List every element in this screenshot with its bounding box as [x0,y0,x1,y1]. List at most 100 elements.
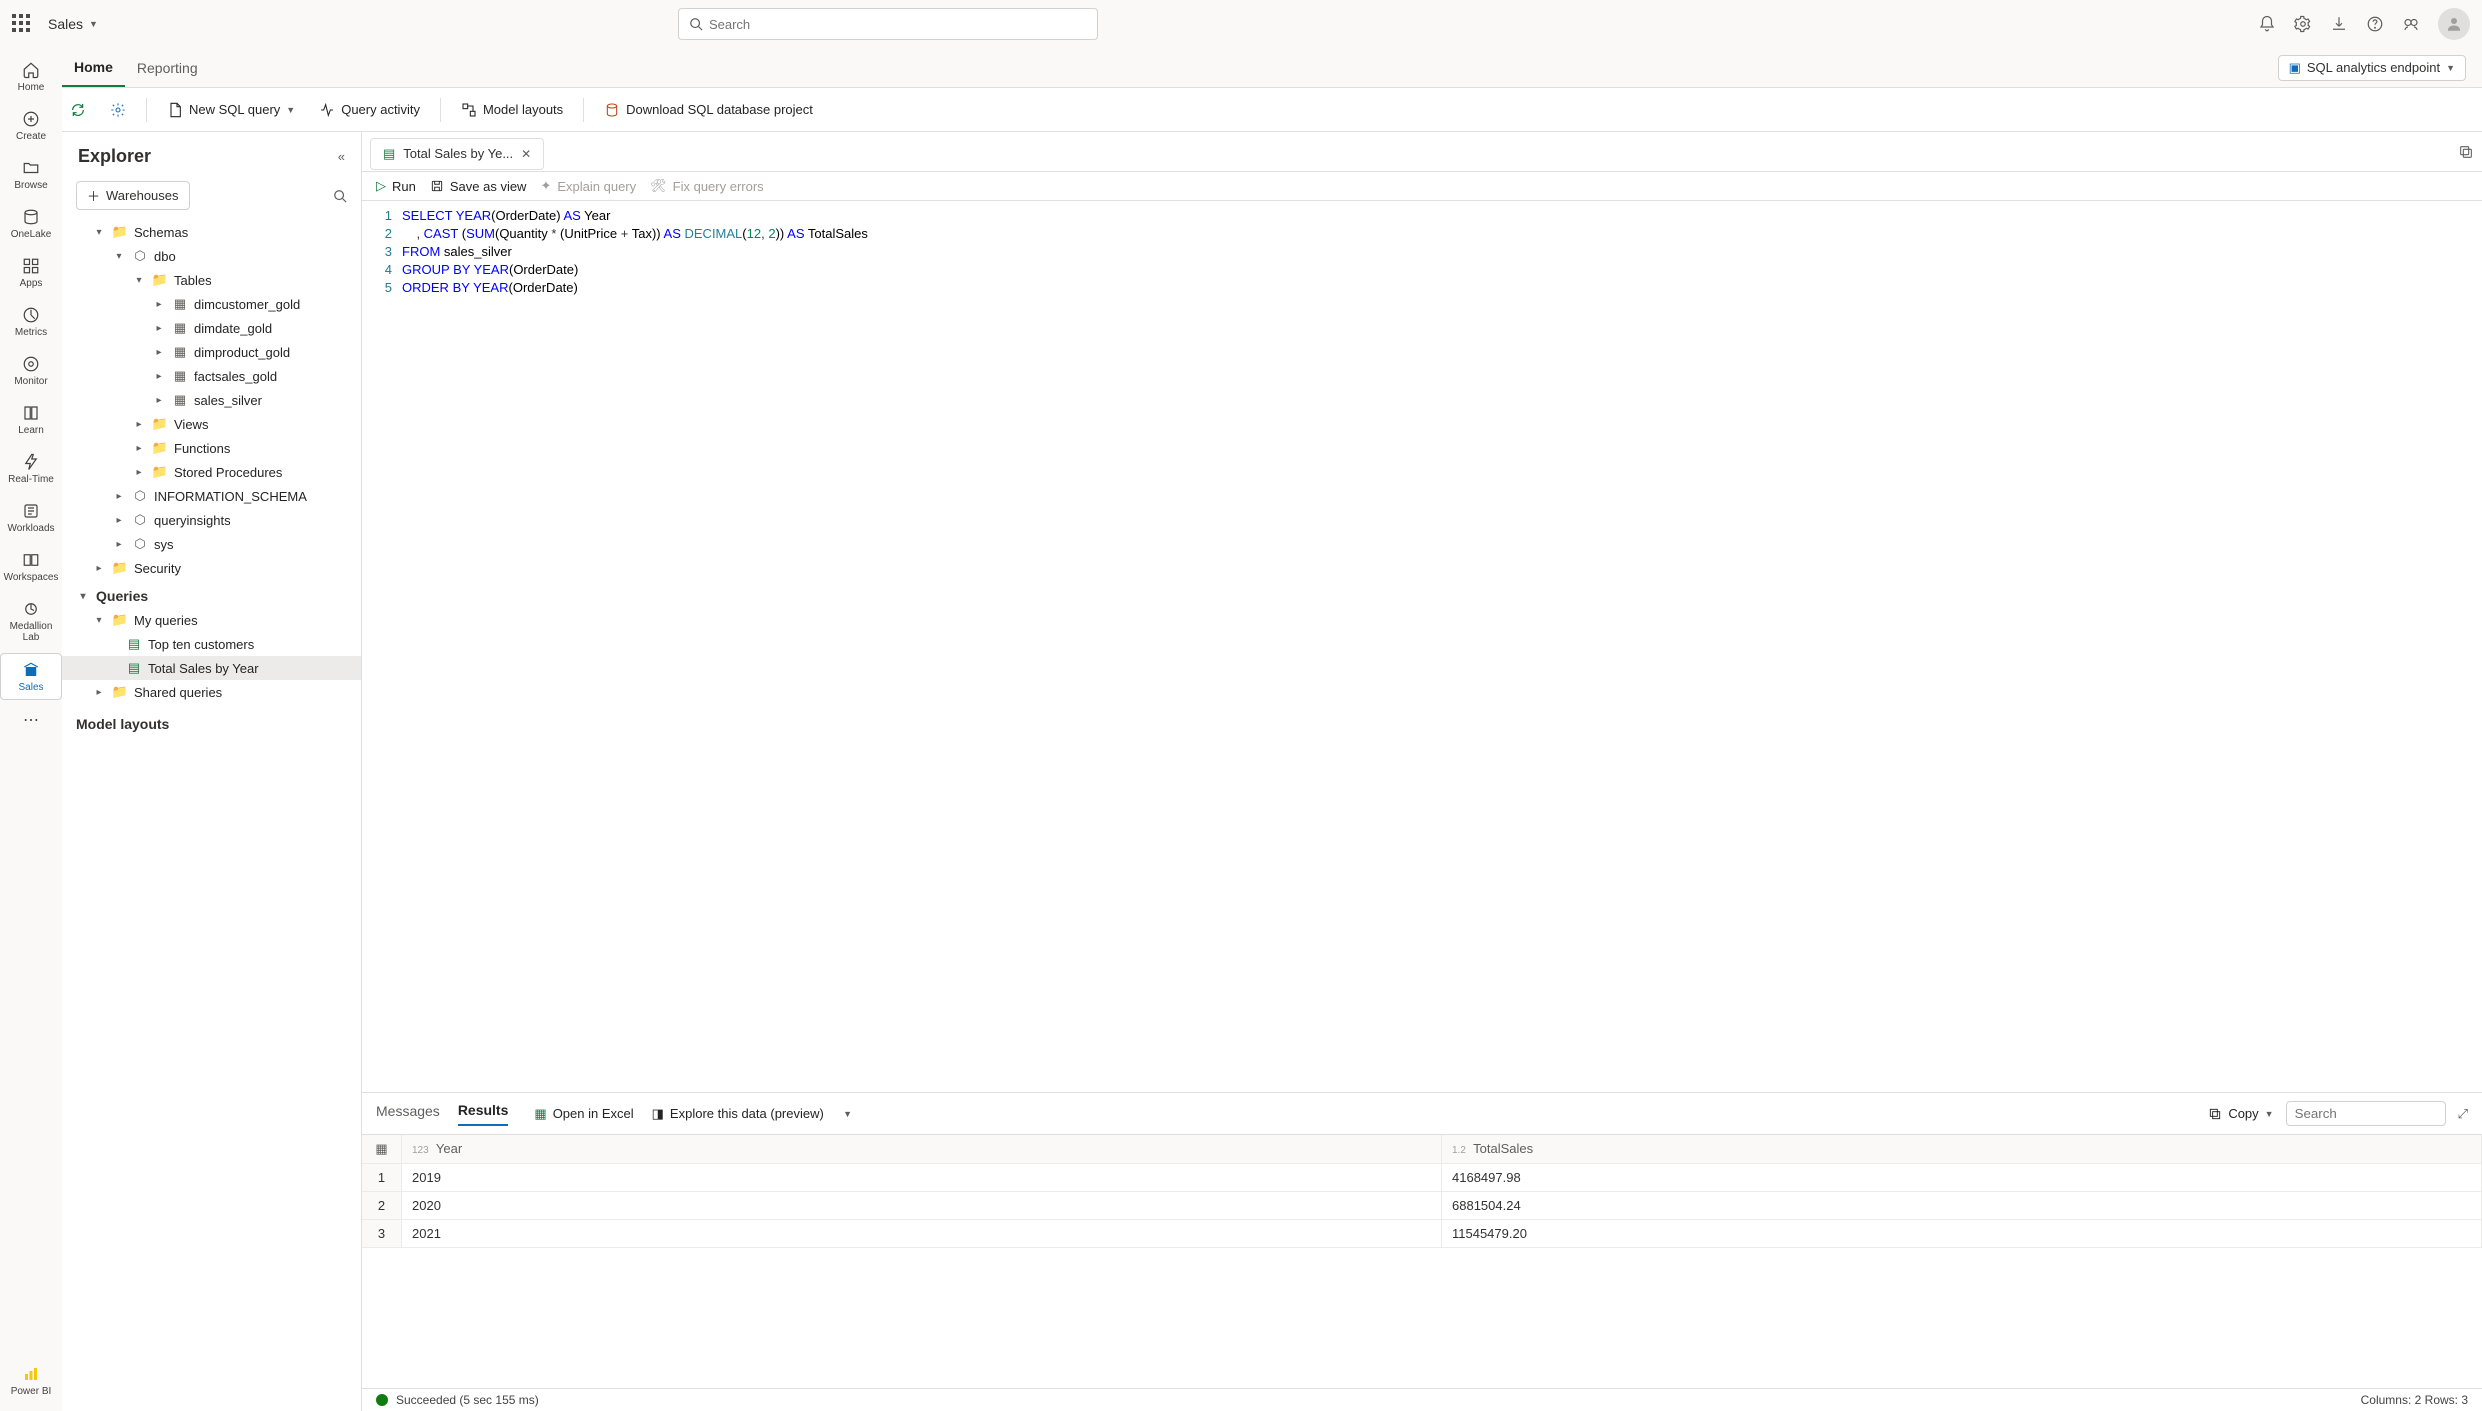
expand-results-button[interactable]: ⤢ [2458,1106,2468,1122]
rail-sales[interactable]: Sales [0,653,62,700]
global-search[interactable] [678,8,1098,40]
chevron-right-icon: ▸ [152,347,166,358]
rail-realtime[interactable]: Real-Time [0,446,62,491]
tree-tables[interactable]: ▾📁Tables [62,268,361,292]
chevron-right-icon: ▸ [132,419,146,430]
tab-results[interactable]: Results [458,1102,509,1126]
refresh-button[interactable] [62,98,94,122]
chevron-down-icon: ▾ [92,227,106,238]
tree-storedprocs[interactable]: ▸📁Stored Procedures [62,460,361,484]
feedback-icon[interactable] [2402,15,2420,33]
grid-row[interactable]: 220206881504.24 [362,1192,2482,1220]
tree-infoschema[interactable]: ▸⬡INFORMATION_SCHEMA [62,484,361,508]
rail-medallion[interactable]: Medallion Lab [0,593,62,649]
tree-table-item[interactable]: ▸▦factsales_gold [62,364,361,388]
tree-views[interactable]: ▸📁Views [62,412,361,436]
grid-corner[interactable]: ▦ [362,1135,402,1163]
rail-apps[interactable]: Apps [0,250,62,295]
help-icon[interactable] [2366,15,2384,33]
apps-icon [21,256,41,276]
col-total[interactable]: 1.2 TotalSales [1442,1135,2482,1163]
chevron-down-icon: ▾ [76,591,90,602]
plus-circle-icon [21,109,41,129]
rail-workspaces[interactable]: Workspaces [0,544,62,589]
collapse-explorer-button[interactable]: « [338,149,345,164]
rail-workloads[interactable]: Workloads [0,495,62,540]
tree-functions[interactable]: ▸📁Functions [62,436,361,460]
file-tab[interactable]: ▤ Total Sales by Ye... ✕ [370,138,544,170]
grid-row[interactable]: 120194168497.98 [362,1164,2482,1192]
rail-powerbi[interactable]: Power BI [0,1358,62,1403]
save-as-view-button[interactable]: Save as view [430,179,527,194]
chevron-right-icon: ▸ [152,299,166,310]
query-activity-button[interactable]: Query activity [311,98,428,122]
tree-table-item[interactable]: ▸▦dimdate_gold [62,316,361,340]
download-project-button[interactable]: Download SQL database project [596,98,821,122]
explore-data-button[interactable]: ◨Explore this data (preview) ▼ [652,1106,852,1122]
chevron-right-icon: ▸ [132,467,146,478]
tree-query-item[interactable]: ▤Top ten customers [62,632,361,656]
database-icon [21,207,41,227]
search-explorer-button[interactable] [333,189,347,203]
col-year[interactable]: 123 Year [402,1135,1442,1163]
table-icon: ▦ [172,320,188,336]
workspace-name: Sales [48,16,83,32]
warehouses-button[interactable]: ＋Warehouses [76,181,190,210]
copy-button[interactable]: Copy▼ [2208,1106,2273,1121]
tree-table-item[interactable]: ▸▦dimproduct_gold [62,340,361,364]
queries-section[interactable]: ▾Queries [62,580,361,608]
rail-home[interactable]: Home [0,54,62,99]
file-tab-label: Total Sales by Ye... [403,146,513,161]
grid-row[interactable]: 3202111545479.20 [362,1220,2482,1248]
new-query-button[interactable]: New SQL query▼ [159,98,303,122]
rail-browse[interactable]: Browse [0,152,62,197]
download-icon[interactable] [2330,15,2348,33]
workspace-dropdown[interactable]: Sales ▼ [48,16,98,32]
rail-more[interactable]: ⋯ [0,704,62,736]
copy-tab-icon[interactable] [2458,144,2474,160]
tree-schemas[interactable]: ▾📁Schemas [62,220,361,244]
rail-create[interactable]: Create [0,103,62,148]
app-launcher-icon[interactable] [12,14,32,34]
notifications-icon[interactable] [2258,15,2276,33]
tree-table-item[interactable]: ▸▦sales_silver [62,388,361,412]
refresh-icon [70,102,86,118]
status-summary: Columns: 2 Rows: 3 [2361,1393,2468,1407]
tab-messages[interactable]: Messages [376,1103,440,1125]
tree-sharedqueries[interactable]: ▸📁Shared queries [62,680,361,704]
tree-queryinsights[interactable]: ▸⬡queryinsights [62,508,361,532]
tree-dbo[interactable]: ▾⬡dbo [62,244,361,268]
sql-file-icon [167,102,183,118]
search-input[interactable] [709,17,1087,32]
model-layouts-section[interactable]: Model layouts [62,704,361,736]
tab-home[interactable]: Home [62,48,125,87]
open-excel-button[interactable]: ▦Open in Excel [534,1106,633,1122]
model-layouts-button[interactable]: Model layouts [453,98,571,122]
wrench-icon: 🛠 [650,178,667,194]
code-editor[interactable]: 12345 SELECT YEAR(OrderDate) AS Year , C… [362,201,2482,297]
run-button[interactable]: ▷Run [376,178,416,194]
folder-icon: 📁 [152,416,168,432]
tree-myqueries[interactable]: ▾📁My queries [62,608,361,632]
settings-button[interactable] [102,98,134,122]
endpoint-dropdown[interactable]: ▣ SQL analytics endpoint ▼ [2278,55,2466,81]
tree-sys[interactable]: ▸⬡sys [62,532,361,556]
sql-file-icon: ▤ [383,146,395,162]
tree-security[interactable]: ▸📁Security [62,556,361,580]
tree-table-item[interactable]: ▸▦dimcustomer_gold [62,292,361,316]
results-search-input[interactable] [2286,1101,2446,1126]
rail-onelake[interactable]: OneLake [0,201,62,246]
chevron-down-icon: ▼ [843,1109,852,1119]
code-content[interactable]: SELECT YEAR(OrderDate) AS Year , CAST (S… [402,207,2482,297]
tree-query-item-selected[interactable]: ▤Total Sales by Year [62,656,361,680]
chevron-down-icon: ▼ [2446,63,2455,73]
chevron-right-icon: ▸ [152,323,166,334]
settings-icon[interactable] [2294,15,2312,33]
rail-monitor[interactable]: Monitor [0,348,62,393]
tab-reporting[interactable]: Reporting [125,48,210,87]
rail-learn[interactable]: Learn [0,397,62,442]
user-avatar[interactable] [2438,8,2470,40]
close-tab-button[interactable]: ✕ [521,147,531,161]
chevron-right-icon: ▸ [132,443,146,454]
rail-metrics[interactable]: Metrics [0,299,62,344]
